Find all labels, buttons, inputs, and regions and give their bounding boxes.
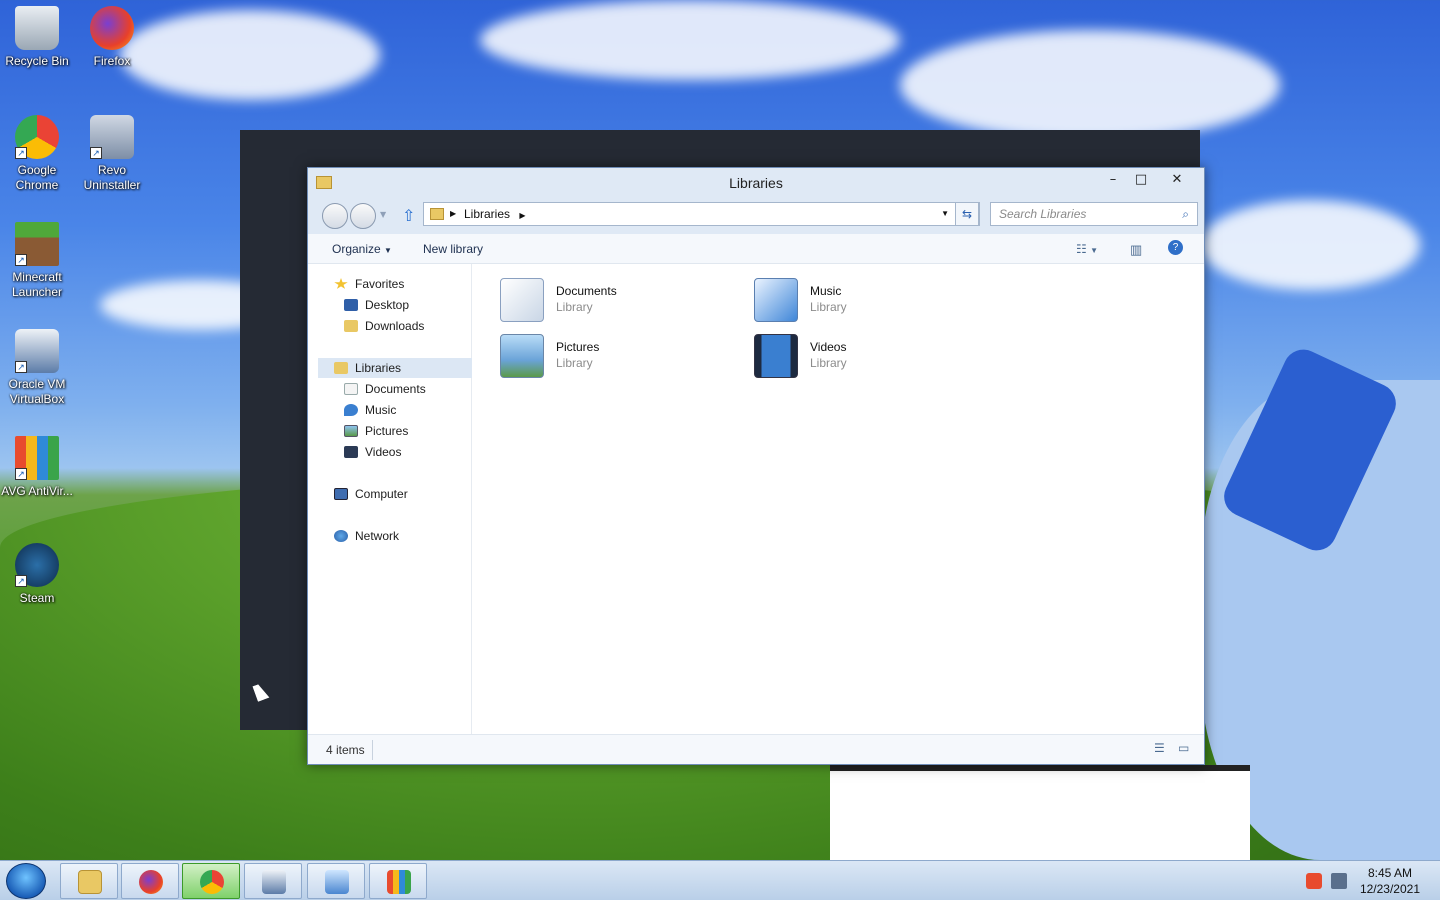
desktop-icon-virtualbox[interactable]: ↗ Oracle VM VirtualBox bbox=[0, 329, 74, 407]
organize-button[interactable]: Organize ▼ bbox=[332, 242, 392, 256]
address-bar[interactable]: ▶ Libraries ▶ ▼ bbox=[423, 202, 980, 226]
star-icon bbox=[334, 278, 348, 289]
refresh-button[interactable]: ⇆ bbox=[955, 202, 979, 226]
clock[interactable]: 8:45 AM 12/23/2021 bbox=[1360, 865, 1420, 897]
status-divider bbox=[372, 740, 373, 760]
item-count: 4 items bbox=[326, 743, 365, 757]
minecraft-icon: ↗ bbox=[15, 222, 59, 266]
desktop-icon bbox=[344, 299, 358, 311]
address-dropdown-icon[interactable]: ▼ bbox=[941, 203, 949, 225]
desktop-icon-steam[interactable]: ↗ Steam bbox=[0, 543, 74, 606]
steam-icon: ↗ bbox=[15, 543, 59, 587]
firefox-icon bbox=[90, 6, 134, 50]
desktop-icon-avg[interactable]: ↗ AVG AntiVir... bbox=[0, 436, 74, 499]
large-icons-view-icon[interactable]: ▭ bbox=[1178, 741, 1189, 755]
firefox-icon bbox=[139, 870, 163, 894]
avg-antivirus-icon: ↗ bbox=[15, 436, 59, 480]
file-explorer-icon bbox=[78, 870, 102, 894]
taskbar-control-panel[interactable] bbox=[307, 863, 365, 899]
pictures-library-icon bbox=[500, 334, 544, 378]
taskbar: 8:45 AM 12/23/2021 bbox=[0, 860, 1440, 900]
details-view-icon[interactable]: ☰ bbox=[1154, 741, 1165, 755]
taskbar-chrome[interactable] bbox=[182, 863, 240, 899]
start-button[interactable] bbox=[6, 863, 46, 899]
libraries-icon bbox=[334, 362, 348, 374]
library-documents[interactable]: Documents Library bbox=[488, 274, 708, 324]
library-videos[interactable]: Videos Library bbox=[742, 330, 962, 380]
nav-favorites[interactable]: Favorites bbox=[334, 274, 404, 294]
computer-icon bbox=[334, 488, 348, 500]
tray-network-icon[interactable] bbox=[1331, 873, 1347, 889]
recent-pages-chevron-icon[interactable]: ▼ bbox=[380, 210, 386, 219]
nav-pictures[interactable]: Pictures bbox=[344, 421, 408, 441]
breadcrumb-chevron-icon[interactable]: ▶ bbox=[519, 211, 525, 220]
nav-computer[interactable]: Computer bbox=[334, 484, 408, 504]
taskbar-virtualbox[interactable] bbox=[244, 863, 302, 899]
desktop-icon-minecraft-launcher[interactable]: ↗ Minecraft Launcher bbox=[0, 222, 74, 300]
navigation-pane: Favorites Desktop Downloads Libraries Do… bbox=[314, 264, 472, 734]
videos-library-icon bbox=[754, 334, 798, 378]
nav-downloads[interactable]: Downloads bbox=[344, 316, 424, 336]
maximize-button[interactable]: □ bbox=[1128, 172, 1154, 192]
nav-network[interactable]: Network bbox=[334, 526, 399, 546]
chevron-down-icon: ▼ bbox=[384, 246, 392, 255]
explorer-window: Libraries – □ ✕ ▼ ⇧ ▶ Libraries ▶ ▼ ⇆ Se… bbox=[307, 167, 1205, 765]
address-row: ▼ ⇧ ▶ Libraries ▶ ▼ ⇆ Search Libraries ⌕ bbox=[308, 198, 1204, 234]
recycle-bin-icon bbox=[15, 6, 59, 50]
video-film-icon bbox=[344, 446, 358, 458]
control-panel-icon bbox=[325, 870, 349, 894]
status-bar: 4 items ☰ ▭ bbox=[308, 734, 1204, 764]
downloads-icon bbox=[344, 320, 358, 332]
library-pictures[interactable]: Pictures Library bbox=[488, 330, 708, 380]
nav-music[interactable]: Music bbox=[344, 400, 396, 420]
nav-desktop[interactable]: Desktop bbox=[344, 295, 409, 315]
music-library-icon bbox=[754, 278, 798, 322]
desktop-icon-firefox[interactable]: Firefox bbox=[75, 6, 149, 69]
new-library-button[interactable]: New library bbox=[423, 242, 483, 256]
desktop-icon-recycle-bin[interactable]: Recycle Bin bbox=[0, 6, 74, 69]
nav-libraries[interactable]: Libraries bbox=[318, 358, 472, 378]
window-title: Libraries bbox=[729, 175, 783, 191]
nav-videos[interactable]: Videos bbox=[344, 442, 401, 462]
desktop-icon-revo-uninstaller[interactable]: ↗ Revo Uninstaller bbox=[75, 115, 149, 193]
desktop-icon-google-chrome[interactable]: ↗ Google Chrome bbox=[0, 115, 74, 193]
virtualbox-icon: ↗ bbox=[15, 329, 59, 373]
libraries-folder-icon bbox=[430, 208, 444, 220]
command-bar: Organize ▼ New library ☷ ▼ ▥ ? bbox=[308, 234, 1204, 264]
minimize-button[interactable]: – bbox=[1100, 172, 1126, 192]
virtualbox-icon bbox=[262, 870, 286, 894]
search-icon: ⌕ bbox=[1182, 207, 1189, 221]
forward-button[interactable] bbox=[350, 203, 376, 229]
music-note-icon bbox=[344, 404, 358, 416]
breadcrumb-libraries[interactable]: Libraries bbox=[464, 207, 510, 221]
file-list: Documents Library Music Library Pictures… bbox=[478, 264, 1198, 734]
avg-antivirus-icon bbox=[387, 870, 411, 894]
nav-documents[interactable]: Documents bbox=[344, 379, 426, 399]
breadcrumb-chevron-icon: ▶ bbox=[450, 209, 457, 218]
title-bar[interactable]: Libraries – □ ✕ bbox=[308, 168, 1204, 198]
taskbar-file-explorer[interactable] bbox=[60, 863, 118, 899]
change-view-button[interactable]: ☷ ▼ bbox=[1076, 242, 1098, 256]
search-input[interactable]: Search Libraries ⌕ bbox=[990, 202, 1198, 226]
close-button[interactable]: ✕ bbox=[1164, 172, 1190, 192]
library-music[interactable]: Music Library bbox=[742, 274, 962, 324]
preview-pane-button[interactable]: ▥ bbox=[1130, 242, 1142, 258]
help-button[interactable]: ? bbox=[1168, 240, 1183, 255]
taskbar-firefox[interactable] bbox=[121, 863, 179, 899]
up-button[interactable]: ⇧ bbox=[402, 206, 415, 225]
pictures-icon bbox=[344, 425, 358, 437]
chrome-icon: ↗ bbox=[15, 115, 59, 159]
chrome-icon bbox=[200, 870, 224, 894]
document-icon bbox=[344, 383, 358, 395]
documents-library-icon bbox=[500, 278, 544, 322]
tray-antivirus-icon[interactable] bbox=[1306, 873, 1322, 889]
network-icon bbox=[334, 530, 348, 542]
back-button[interactable] bbox=[322, 203, 348, 229]
taskbar-avg[interactable] bbox=[369, 863, 427, 899]
revo-uninstaller-icon: ↗ bbox=[90, 115, 134, 159]
